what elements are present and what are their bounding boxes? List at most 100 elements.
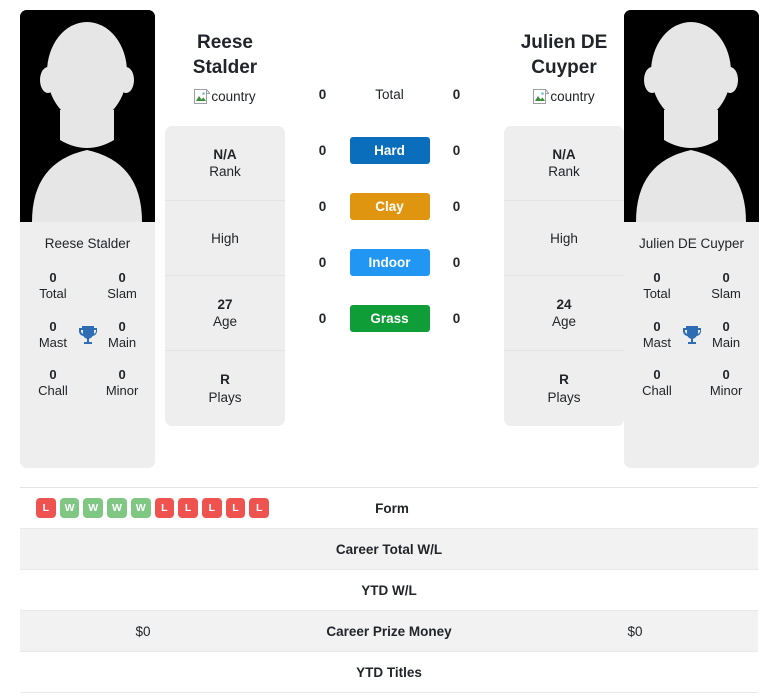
bio-value: N/A [213, 146, 237, 162]
honours-value: 0 [49, 270, 57, 286]
player-honours-left: 0 Total 0 Slam 0 Mast 0 Main 0 Chall 0 M… [20, 264, 155, 420]
bio-label: Age [551, 314, 577, 330]
comparison-header: Reese Stalder 0 Total 0 Slam 0 Mast 0 Ma… [0, 0, 779, 470]
honours-cell: 0 Chall [32, 367, 74, 400]
honours-label: Chall [38, 383, 68, 399]
honours-label: Minor [709, 383, 743, 399]
surface-row-total: 0 Total 0 [285, 66, 494, 122]
surface-left-value: 0 [318, 86, 327, 102]
surface-left-value: 0 [318, 198, 327, 214]
bio-row: High [504, 201, 624, 277]
player-photo-right [624, 10, 759, 222]
honours-value: 0 [722, 270, 730, 286]
bio-value: R [220, 372, 230, 388]
form-badge-l: L [178, 498, 198, 518]
honours-value: 0 [49, 367, 57, 383]
player-card-left: Reese Stalder 0 Total 0 Slam 0 Mast 0 Ma… [20, 10, 155, 468]
bio-label: Age [212, 314, 238, 330]
broken-image-alt-text: country [211, 89, 256, 105]
honours-row: 0 Chall 0 Minor [26, 361, 149, 410]
honours-cell: 0 Main [101, 319, 143, 352]
bio-row: 27 Age [165, 276, 285, 352]
bio-label: Rank [209, 164, 241, 180]
surface-left-value: 0 [318, 254, 327, 270]
bio-row: 24 Age [504, 276, 624, 352]
table-row-ytd-titles: YTD Titles [20, 652, 758, 693]
honours-label: Slam [107, 286, 137, 302]
table-row-label: Form [375, 500, 409, 516]
surface-right-value: 0 [452, 310, 461, 326]
player-bio-box-right: N/A Rank High 24 Age R Plays [504, 126, 624, 427]
form-badge-w: W [83, 498, 104, 518]
honours-label: Total [39, 286, 67, 302]
surface-row-hard: 0 Hard 0 [285, 122, 494, 178]
form-badge-l: L [36, 498, 56, 518]
honours-label: Chall [642, 383, 672, 399]
surface-row-indoor: 0 Indoor 0 [285, 234, 494, 290]
honours-label: Slam [711, 286, 741, 302]
table-row-form: LWWWWLLLLL Form [20, 488, 758, 529]
honours-label: Minor [105, 383, 139, 399]
surface-right-value: 0 [452, 254, 461, 270]
bio-row: N/A Rank [504, 126, 624, 202]
player-photo-caption-left: Reese Stalder [44, 236, 131, 251]
form-badge-w: W [107, 498, 127, 518]
surface-label-indoor[interactable]: Indoor [349, 248, 430, 276]
honours-cell: 0 Slam [101, 270, 143, 303]
surface-left-value: 0 [318, 310, 327, 326]
broken-image-icon: country [194, 88, 256, 105]
form-badge-l: L [249, 498, 270, 518]
table-cell-left: $0 [135, 623, 151, 639]
player-honours-right: 0 Total 0 Slam 0 Mast 0 Main 0 Chall 0 M… [624, 264, 759, 420]
honours-row: 0 Mast 0 Main [630, 313, 753, 362]
bio-label: Plays [208, 389, 242, 405]
honours-value: 0 [653, 318, 661, 334]
honours-value: 0 [653, 367, 661, 383]
honours-label: Mast [642, 334, 672, 350]
form-badge-l: L [201, 498, 222, 518]
honours-value: 0 [118, 318, 126, 334]
table-row-label: Career Prize Money [326, 623, 452, 639]
honours-label: Total [643, 286, 671, 302]
surface-stats: 0 Total 0 0 Hard 0 0 Clay 0 0 Indoor 0 0 [285, 10, 494, 346]
honours-row: 0 Total 0 Slam [26, 264, 149, 313]
table-row-label: YTD Titles [356, 664, 422, 680]
honours-row: 0 Mast 0 Main [26, 313, 149, 362]
form-badge-w: W [130, 498, 151, 518]
honours-value: 0 [118, 367, 126, 383]
surface-right-value: 0 [452, 198, 461, 214]
form-cell-left: LWWWWLLLLL [20, 498, 270, 518]
bio-row: N/A Rank [165, 126, 285, 202]
honours-row: 0 Chall 0 Minor [630, 361, 753, 410]
player-name-left: Reese Stalder [192, 32, 258, 79]
comparison-table: LWWWWLLLLL Form Career Total W/L YTD W/L… [20, 487, 758, 693]
bio-row: R Plays [165, 351, 285, 426]
trophy-icon [678, 323, 705, 347]
bio-row: R Plays [504, 351, 624, 426]
form-badge-l: L [154, 498, 175, 518]
surface-row-grass: 0 Grass 0 [285, 290, 494, 346]
honours-value: 0 [118, 270, 126, 286]
player-photo-caption-right: Julien DE Cuyper [638, 236, 745, 251]
bio-label: High [550, 230, 578, 246]
honours-value: 0 [722, 318, 730, 334]
surface-left-value: 0 [318, 142, 327, 158]
honours-cell: 0 Main [705, 319, 747, 352]
honours-cell: 0 Minor [101, 367, 143, 400]
surface-label-clay[interactable]: Clay [349, 192, 430, 220]
player-flag-right: country [504, 84, 624, 116]
surface-row-clay: 0 Clay 0 [285, 178, 494, 234]
player-photo-left [20, 10, 155, 222]
player-bio-right: Julien DE Cuyper country N/A Rank High 2… [504, 10, 624, 427]
honours-cell: 0 Total [32, 270, 74, 303]
bio-label: Rank [548, 164, 580, 180]
honours-value: 0 [49, 318, 57, 334]
trophy-icon [74, 323, 101, 347]
honours-cell: 0 Mast [32, 319, 74, 352]
table-row-career-prize-money: $0 Career Prize Money $0 [20, 611, 758, 652]
surface-label-hard[interactable]: Hard [349, 136, 430, 164]
table-cell-right: $0 [627, 623, 643, 639]
honours-row: 0 Total 0 Slam [630, 264, 753, 313]
surface-label-grass[interactable]: Grass [349, 304, 430, 332]
table-row-ytd-wl: YTD W/L [20, 570, 758, 611]
